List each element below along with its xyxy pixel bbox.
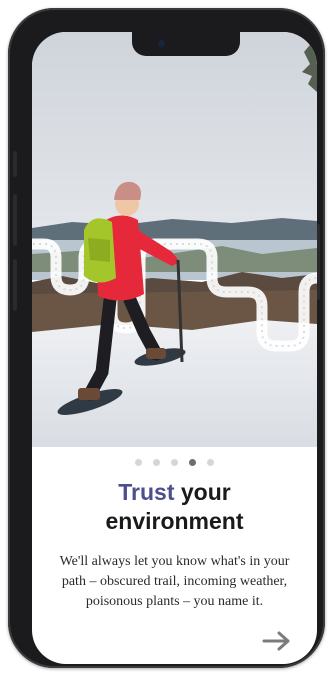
title-rest: your — [174, 479, 231, 505]
snowshoe-hiker-illustration — [32, 32, 317, 447]
pagination-dot-2[interactable] — [153, 459, 160, 466]
screen: Trust your environment We'll always let … — [32, 32, 317, 664]
next-button[interactable] — [262, 630, 292, 652]
pagination-dot-4-active[interactable] — [189, 459, 196, 466]
onboarding-description: We'll always let you know what's in your… — [59, 554, 290, 609]
title-accent-word: Trust — [118, 479, 175, 505]
onboarding-title: Trust your environment — [32, 478, 317, 536]
camera-icon — [158, 40, 165, 47]
pagination-dot-5[interactable] — [207, 459, 214, 466]
pagination-dots — [32, 459, 317, 467]
hero-image — [32, 32, 317, 447]
volume-down-button — [13, 259, 17, 311]
pagination-dot-3[interactable] — [171, 459, 178, 466]
volume-up-button — [13, 194, 17, 246]
arrow-right-icon — [262, 631, 290, 651]
phone-frame: Trust your environment We'll always let … — [8, 8, 325, 668]
notch — [132, 32, 240, 56]
mute-switch — [13, 151, 17, 177]
pagination-dot-1[interactable] — [135, 459, 142, 466]
title-line-2: environment — [105, 508, 244, 534]
